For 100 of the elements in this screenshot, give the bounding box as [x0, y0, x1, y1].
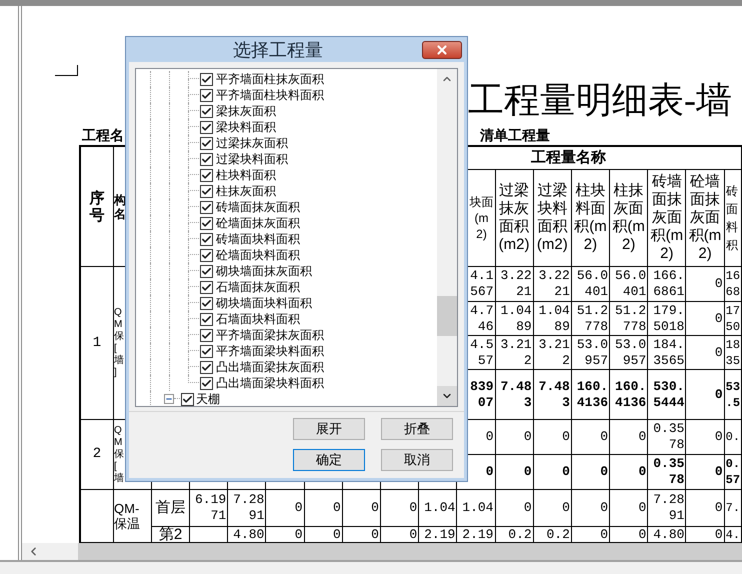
- checkbox[interactable]: [200, 152, 213, 166]
- tree-item-label[interactable]: 凸出墙面梁抹灰面积: [216, 359, 324, 375]
- tree-item-label[interactable]: 石墙面块料面积: [216, 311, 300, 327]
- checkbox[interactable]: [200, 88, 213, 102]
- column-header: 过梁块料面积(m2): [534, 170, 572, 267]
- check-icon: [201, 106, 212, 116]
- tree-item-label[interactable]: 过梁块料面积: [216, 151, 288, 167]
- table-cell: 7.2891: [648, 490, 686, 527]
- table-cell: 0: [534, 490, 572, 527]
- check-icon: [201, 90, 212, 100]
- report-title: 工程量明细表-墙: [468, 80, 732, 120]
- checkbox[interactable]: [200, 248, 213, 262]
- scroll-thumb[interactable]: [437, 296, 457, 336]
- check-icon: [201, 202, 212, 212]
- table-cell: 3.212: [496, 336, 534, 370]
- check-icon: [201, 282, 212, 292]
- scroll-down-button[interactable]: [437, 386, 457, 406]
- tree-item-label[interactable]: 平齐墙面梁块料面积: [216, 343, 324, 359]
- tree-item-label[interactable]: 平齐墙面梁抹灰面积: [216, 327, 324, 343]
- table-cell: 53.0957: [572, 336, 610, 370]
- check-icon: [201, 122, 212, 132]
- table-cell: 3.212: [534, 336, 572, 370]
- table-cell: 16 68: [724, 267, 742, 302]
- table-cell: 3.2221: [534, 267, 572, 302]
- tree-item-label[interactable]: 梁块料面积: [216, 119, 276, 135]
- table-cell: 0: [686, 455, 725, 490]
- checkbox[interactable]: [200, 312, 213, 326]
- table-cell: 0: [610, 455, 648, 490]
- table-cell: 51.2778: [572, 302, 610, 336]
- checkbox[interactable]: [200, 280, 213, 294]
- dialog-button[interactable]: 取消: [381, 449, 453, 471]
- table-cell: 1.04: [457, 490, 496, 527]
- checkbox[interactable]: [200, 328, 213, 342]
- table-cell: 1.04: [419, 490, 458, 527]
- vertical-scrollbar[interactable]: [437, 69, 457, 406]
- column-header: 柱块料面积(m2): [572, 170, 610, 267]
- check-icon: [201, 250, 212, 260]
- dialog-button[interactable]: 折叠: [381, 418, 453, 440]
- expand-toggle[interactable]: [164, 394, 174, 404]
- check-icon: [201, 330, 212, 340]
- tree-item-label[interactable]: 砖墙面块料面积: [216, 231, 300, 247]
- table-cell: 0: [686, 267, 725, 302]
- tree-item-label[interactable]: 凸出墙面梁块料面积: [216, 375, 324, 391]
- check-icon: [201, 138, 212, 148]
- checkbox[interactable]: [200, 200, 213, 214]
- tree-item-label[interactable]: 平齐墙面柱块料面积: [216, 87, 324, 103]
- table-cell: 0: [686, 302, 725, 336]
- checkbox[interactable]: [200, 296, 213, 310]
- table-cell: 0: [686, 336, 725, 370]
- check-icon: [201, 74, 212, 84]
- table-cell: 53 .5: [724, 370, 742, 420]
- checkbox[interactable]: [200, 360, 213, 374]
- dialog-button[interactable]: 展开: [293, 418, 365, 440]
- floor-label: 首层: [152, 490, 190, 527]
- table-cell: 0: [266, 490, 305, 527]
- checkbox[interactable]: [200, 168, 213, 182]
- checkbox[interactable]: [200, 216, 213, 230]
- dialog-button[interactable]: 确定: [293, 449, 365, 471]
- table-cell: 0.: [724, 420, 742, 455]
- checkbox[interactable]: [200, 136, 213, 150]
- check-icon: [201, 234, 212, 244]
- checkbox[interactable]: [200, 344, 213, 358]
- checkbox[interactable]: [200, 264, 213, 278]
- tree-item-label[interactable]: 天棚: [196, 391, 220, 406]
- checkbox[interactable]: [200, 120, 213, 134]
- table-cell: 6.1971: [190, 490, 228, 527]
- tree-item-label[interactable]: 柱抹灰面积: [216, 183, 276, 199]
- table-cell: 56.0401: [572, 267, 610, 302]
- checkbox[interactable]: [200, 72, 213, 86]
- table-cell: 17 50: [724, 302, 742, 336]
- column-header: 过梁抹灰面积(m2): [496, 170, 534, 267]
- checkbox[interactable]: [200, 104, 213, 118]
- table-cell: 7.483: [534, 370, 572, 420]
- tree-item-label[interactable]: 平齐墙面柱抹灰面积: [216, 71, 324, 87]
- table-cell: 0: [572, 490, 610, 527]
- table-cell: 0: [572, 455, 610, 490]
- project-label: 工程名: [82, 126, 124, 144]
- checkbox[interactable]: [200, 376, 213, 390]
- table-cell: 18 35: [724, 336, 742, 370]
- table-cell: 0: [686, 370, 725, 420]
- tree-item-label[interactable]: 砌块墙面抹灰面积: [216, 263, 312, 279]
- tree-item-label[interactable]: 柱块料面积: [216, 167, 276, 183]
- check-icon: [182, 394, 193, 404]
- tree-item-label[interactable]: 砌块墙面块料面积: [216, 295, 312, 311]
- check-icon: [201, 298, 212, 308]
- close-button[interactable]: [422, 40, 462, 58]
- tree-item-label[interactable]: 梁抹灰面积: [216, 103, 276, 119]
- table-cell: 0: [610, 420, 648, 455]
- tree-item-label[interactable]: 砖墙面抹灰面积: [216, 199, 300, 215]
- table-cell: 0: [496, 490, 534, 527]
- section-label: 清单工程量: [480, 126, 550, 144]
- tree-item-label[interactable]: 石墙面抹灰面积: [216, 279, 300, 295]
- check-icon: [201, 154, 212, 164]
- tree-item-label[interactable]: 砼墙面抹灰面积: [216, 215, 300, 231]
- table-cell: 0: [610, 490, 648, 527]
- checkbox[interactable]: [200, 184, 213, 198]
- tree-item-label[interactable]: 砼墙面块料面积: [216, 247, 300, 263]
- checkbox[interactable]: [200, 232, 213, 246]
- checkbox[interactable]: [181, 392, 194, 406]
- column-header: 砼墙面抹灰面积(m2): [686, 170, 725, 267]
